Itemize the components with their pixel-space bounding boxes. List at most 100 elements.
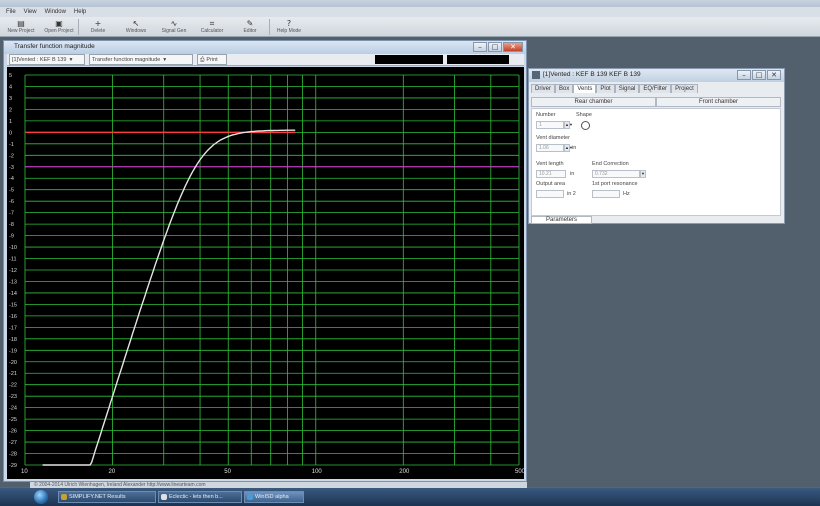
chevron-down-icon[interactable]: ▼: [640, 170, 646, 178]
end-correction-select[interactable]: 0.732: [592, 170, 640, 178]
round-shape-icon[interactable]: [581, 121, 590, 130]
tab-rear-chamber[interactable]: Rear chamber: [531, 97, 656, 107]
menu-bar: File View Window Help: [0, 7, 820, 17]
y-tick-label: -6: [9, 199, 14, 205]
menu-view[interactable]: View: [24, 9, 37, 15]
diameter-unit: in: [572, 145, 577, 151]
start-orb-icon[interactable]: [34, 490, 48, 504]
vented-tabs: Driver Box Vents Plot Signal EQ/Filter P…: [531, 84, 698, 93]
maximize-button[interactable]: □: [752, 70, 766, 80]
output-area-label: Output area: [536, 181, 566, 187]
port-resonance-field: [592, 190, 620, 198]
minimize-button[interactable]: –: [737, 70, 751, 80]
maximize-button[interactable]: □: [488, 42, 502, 52]
y-tick-label: -13: [9, 279, 17, 285]
y-tick-label: -22: [9, 383, 17, 389]
menu-window[interactable]: Window: [45, 9, 66, 15]
new-project-button[interactable]: ▤ New Project: [2, 17, 40, 37]
tab-vents[interactable]: Vents: [573, 84, 597, 93]
vent-length-label: Vent length: [536, 161, 564, 167]
port-resonance-unit: Hz: [623, 191, 630, 197]
shape-label: Shape: [576, 112, 592, 118]
app-icon: [532, 71, 540, 79]
y-tick-label: -15: [9, 302, 17, 308]
menu-help[interactable]: Help: [74, 9, 86, 15]
y-tick-label: 5: [9, 73, 12, 79]
y-tick-label: -25: [9, 417, 17, 423]
editor-button[interactable]: ✎ Editor: [231, 17, 269, 37]
taskbar-item-winisd[interactable]: WinISD alpha: [244, 491, 304, 503]
print-button[interactable]: ⎙ Print: [197, 54, 227, 65]
y-tick-label: -12: [9, 268, 17, 274]
transfer-function-window: Transfer function magnitude – □ ✕ [1]Ven…: [3, 40, 527, 482]
y-tick-label: -11: [9, 257, 17, 263]
y-tick-label: 0: [9, 130, 12, 136]
y-tick-label: -10: [9, 245, 17, 251]
taskbar-item-chat[interactable]: Eclectic - lets then b...: [158, 491, 242, 503]
y-tick-label: -27: [9, 440, 17, 446]
winisd-icon: [247, 494, 253, 500]
vent-diameter-field[interactable]: 1.06: [536, 144, 564, 152]
wave-icon: ∿: [170, 19, 178, 28]
number-spinner[interactable]: ▲▼: [564, 121, 573, 129]
app-title-strip: [0, 0, 820, 7]
x-tick-label: 100: [312, 469, 323, 475]
y-tick-label: -14: [9, 291, 17, 297]
tab-box[interactable]: Box: [555, 84, 574, 93]
calculator-button[interactable]: ⌗ Calculator: [193, 17, 231, 37]
windows-button[interactable]: ↖ Windows: [117, 17, 155, 37]
vent-length-field: 10.21: [536, 170, 566, 178]
chevron-down-icon: ▼: [68, 56, 74, 63]
delete-icon: +: [94, 19, 102, 28]
project-select[interactable]: [1]Vented : KEF B 139 ▼: [9, 54, 85, 65]
y-tick-label: -20: [9, 360, 17, 366]
plot-canvas: 543210-1-2-3-4-5-6-7-8-9-10-11-12-13-14-…: [9, 73, 524, 475]
minimize-button[interactable]: –: [473, 42, 487, 52]
close-button[interactable]: ✕: [503, 42, 523, 52]
transfer-function-titlebar[interactable]: Transfer function magnitude – □ ✕: [4, 41, 526, 54]
vented-titlebar[interactable]: [1]Vented : KEF B 139 KEF B 139 – □ ✕: [529, 69, 784, 82]
menu-file[interactable]: File: [6, 9, 16, 15]
tab-front-chamber[interactable]: Front chamber: [656, 97, 781, 107]
y-tick-label: -18: [9, 337, 17, 343]
tab-parameters[interactable]: Parameters: [531, 216, 593, 224]
window-controls: – □ ✕: [737, 70, 781, 80]
transfer-function-plot[interactable]: 5 4 3 2 1 0 -1 -2 -3 -4 -5 -6 -7 -8 -9 -10 -11 -12 -13 -14-…: [7, 67, 524, 479]
y-tick-label: -8: [9, 222, 14, 228]
y-tick-label: 3: [9, 96, 12, 102]
output-area-field: [536, 190, 564, 198]
tab-signal[interactable]: Signal: [614, 84, 640, 93]
cursor-icon: ↖: [132, 19, 140, 28]
y-tick-label: 2: [9, 107, 12, 113]
end-correction-label: End Correction: [592, 161, 629, 167]
output-area-unit: in 2: [567, 191, 576, 197]
open-project-icon: ▣: [55, 19, 63, 28]
tab-eq-filter[interactable]: EQ/Filter: [639, 84, 672, 93]
y-tick-label: -21: [9, 371, 17, 377]
signal-gen-button[interactable]: ∿ Signal Gen: [155, 17, 193, 37]
vent-number-field[interactable]: 1: [536, 121, 564, 129]
tab-plot[interactable]: Plot: [596, 84, 615, 93]
y-tick-label: -23: [9, 394, 17, 400]
plot-type-select[interactable]: Transfer function magnitude ▼: [89, 54, 193, 65]
y-tick-label: -29: [9, 463, 17, 469]
open-project-button[interactable]: ▣ Open Project: [40, 17, 78, 37]
close-button[interactable]: ✕: [767, 70, 781, 80]
tab-driver[interactable]: Driver: [531, 84, 555, 93]
new-project-icon: ▤: [17, 19, 25, 28]
y-tick-label: -16: [9, 314, 17, 320]
vented-title: [1]Vented : KEF B 139 KEF B 139: [543, 71, 641, 78]
editor-icon: ✎: [246, 19, 254, 28]
x-tick-label: 50: [224, 469, 231, 475]
diameter-spinner[interactable]: ▲▼: [564, 144, 573, 152]
vented-box-window: [1]Vented : KEF B 139 KEF B 139 – □ ✕ Dr…: [528, 68, 785, 224]
vent-parameters-panel: Number 1 ▲▼ Shape Vent diameter 1.06 ▲▼ …: [531, 108, 781, 216]
chevron-down-icon: ▼: [162, 56, 168, 63]
taskbar-item-browser[interactable]: SIMPLIFY.NET Results: [58, 491, 156, 503]
y-tick-label: -19: [9, 348, 17, 354]
y-tick-label: -9: [9, 234, 14, 240]
tab-project[interactable]: Project: [671, 84, 698, 93]
y-tick-label: -7: [9, 211, 14, 217]
help-mode-button[interactable]: ? Help Mode: [270, 17, 308, 37]
delete-button[interactable]: + Delete: [79, 17, 117, 37]
